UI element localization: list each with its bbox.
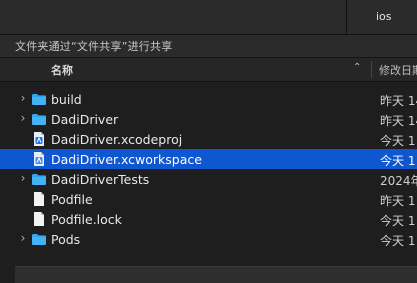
file-row[interactable]: Podfile.lock 今天 1 — [0, 209, 417, 229]
column-headers: 名称 ⌃ 修改日期 — [0, 58, 417, 82]
sharing-banner-text: 文件夹通过“文件共享”进行共享 — [15, 40, 173, 53]
chevron-right-icon[interactable]: › — [18, 231, 28, 245]
file-name: Pods — [51, 232, 81, 247]
folder-icon — [32, 234, 46, 245]
file-row[interactable]: Podfile 昨天 1 — [0, 189, 417, 209]
xcodeproj-icon — [34, 132, 44, 146]
tab-ios[interactable]: ios — [376, 10, 392, 23]
file-name: DadiDriver.xcworkspace — [51, 152, 202, 167]
file-date: 今天 1 — [380, 154, 416, 168]
file-name: DadiDriver.xcodeproj — [51, 132, 183, 147]
column-header-date[interactable]: 修改日期 — [379, 62, 417, 78]
file-row[interactable]: › DadiDriverTests 2024年 — [0, 169, 417, 189]
file-row[interactable]: › DadiDriver 昨天 14 — [0, 109, 417, 129]
folder-icon — [32, 114, 46, 125]
chevron-right-icon[interactable]: › — [18, 91, 28, 105]
sharing-banner: 文件夹通过“文件共享”进行共享 — [0, 35, 417, 58]
folder-icon — [32, 174, 46, 185]
file-row[interactable]: DadiDriver.xcodeproj 今天 1 — [0, 129, 417, 149]
file-date: 昨天 14 — [380, 94, 417, 108]
file-date: 今天 1 — [380, 134, 416, 148]
file-name: build — [51, 92, 82, 107]
document-icon — [34, 212, 44, 226]
file-date: 2024年 — [380, 174, 417, 188]
file-date: 今天 1 — [380, 214, 416, 228]
file-name: DadiDriverTests — [51, 172, 150, 187]
toolbar-divider — [346, 0, 347, 34]
file-name: Podfile.lock — [51, 212, 122, 227]
chevron-up-icon: ⌃ — [353, 62, 362, 73]
file-row[interactable]: › Pods 今天 1 — [0, 229, 417, 249]
document-icon — [34, 192, 44, 206]
chevron-right-icon[interactable]: › — [18, 171, 28, 185]
xcworkspace-icon — [34, 152, 44, 166]
file-date: 今天 1 — [380, 234, 416, 248]
path-bar — [15, 266, 417, 283]
chevron-right-icon[interactable]: › — [18, 111, 28, 125]
file-row-selected[interactable]: DadiDriver.xcworkspace 今天 1 — [0, 149, 417, 169]
file-date: 昨天 1 — [380, 194, 416, 208]
window-titlebar: ios — [0, 0, 417, 35]
file-row[interactable]: › build 昨天 14 — [0, 89, 417, 109]
file-date: 昨天 14 — [380, 114, 417, 128]
folder-icon — [32, 94, 46, 105]
file-name: DadiDriver — [51, 112, 119, 127]
column-header-name[interactable]: 名称 — [51, 62, 73, 78]
column-divider[interactable] — [371, 61, 372, 78]
file-name: Podfile — [51, 192, 93, 207]
